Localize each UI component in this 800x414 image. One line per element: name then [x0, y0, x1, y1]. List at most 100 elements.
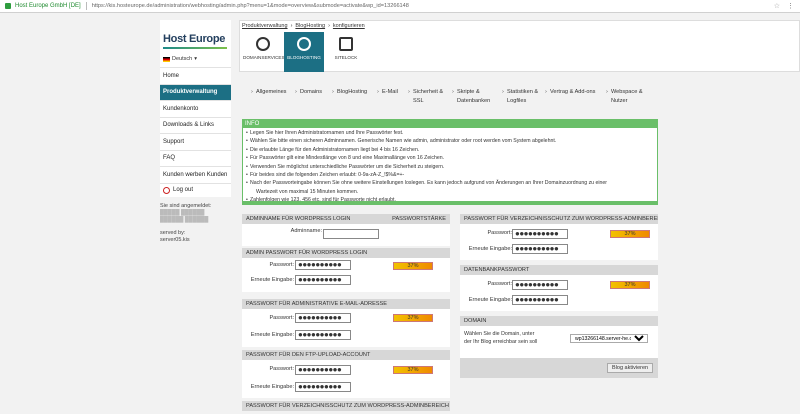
nav-home[interactable]: Home: [160, 67, 231, 84]
info-title: INFO: [243, 120, 657, 128]
dir-password-repeat[interactable]: ●●●●●●●●●●: [512, 244, 568, 254]
action-bar: Blog aktivieren: [460, 358, 658, 378]
redacted-user: ██████ ██████: [160, 217, 209, 223]
password-label: Passwort:: [269, 315, 294, 321]
german-flag-icon: [163, 56, 170, 62]
url-text[interactable]: https://kis.hosteurope.de/administration…: [92, 3, 409, 9]
server-name: server05.kis: [160, 237, 190, 243]
tab-vertrag-addons[interactable]: Vertrag & Add-ons: [545, 88, 595, 97]
info-item: Für beides sind die folgenden Zeichen er…: [246, 171, 654, 180]
domain-section: DOMAIN Wählen Sie die Domain, unter der …: [460, 316, 658, 378]
admin-password-input[interactable]: ●●●●●●●●●●: [295, 260, 351, 270]
info-footer-bar: [243, 201, 657, 204]
logout-icon: [163, 186, 170, 194]
breadcrumb-bloghosting[interactable]: BlogHosting: [295, 23, 325, 29]
domain-label: der Ihr Blog erreichbar sein soll: [464, 339, 538, 345]
info-item: Für Passwörter gilt eine Mindestlänge vo…: [246, 154, 654, 163]
tab-sicherheit-ssl[interactable]: Sicherheit & SSL: [408, 88, 445, 106]
repeat-label: Erneute Eingabe:: [250, 384, 294, 390]
db-password-input[interactable]: ●●●●●●●●●●: [512, 280, 568, 290]
activate-blog-button[interactable]: Blog aktivieren: [607, 363, 654, 373]
host-europe-logo[interactable]: Host Europe: [163, 33, 225, 45]
ftp-pw-header: PASSWORT FÜR DEN FTP-UPLOAD-ACCOUNT: [242, 350, 450, 360]
logo-panel: Host Europe Deutsch ▾: [160, 20, 231, 72]
bookmark-star-icon[interactable]: ☆: [774, 2, 780, 10]
db-pw-section: DATENBANKPASSWORT Passwort: ●●●●●●●●●● 3…: [460, 265, 658, 311]
chevron-down-icon: ▾: [194, 56, 197, 62]
ftp-pw-section: PASSWORT FÜR DEN FTP-UPLOAD-ACCOUNT Pass…: [242, 350, 450, 398]
tab-email[interactable]: E-Mail: [377, 88, 398, 97]
tab-bloghosting[interactable]: BLOGHOSTING: [284, 32, 324, 72]
info-item: Legen Sie hier Ihren Administratornamen …: [246, 129, 654, 138]
browser-address-bar[interactable]: Host Europe GmbH [DE] https://kis.hosteu…: [0, 0, 800, 13]
nav-support[interactable]: Support: [160, 133, 231, 150]
ftp-password-repeat[interactable]: ●●●●●●●●●●: [295, 382, 351, 392]
tab-domainservices[interactable]: DOMAINSERVICES: [243, 32, 285, 72]
sidebar-nav: Home Produktverwaltung Kundenkonto Downl…: [160, 67, 231, 197]
dir-pw-header: PASSWORT FÜR VERZEICHNISSCHUTZ ZUM WORDP…: [460, 214, 658, 224]
password-label: Passwort:: [269, 366, 294, 372]
adminname-input[interactable]: [323, 229, 379, 239]
served-by-label: served by:: [160, 230, 186, 236]
logout-label: Log out: [173, 187, 194, 193]
repeat-label: Erneute Eingabe:: [468, 297, 512, 303]
strength-meter: 37%: [393, 366, 433, 374]
info-item: Verwenden Sie möglichst unterschiedliche…: [246, 163, 654, 172]
redacted-user: █████ ██████: [160, 210, 205, 216]
breadcrumb-produktverwaltung[interactable]: Produktverwaltung: [242, 23, 288, 29]
password-label: Passwort:: [487, 230, 512, 236]
tab-webspace-nutzer[interactable]: Webspace & Nutzer: [606, 88, 649, 106]
tab-skripte-datenbanken[interactable]: Skripte & Datenbanken: [452, 88, 499, 106]
product-panel: Produktverwaltung › BlogHosting › konfigur…: [239, 20, 800, 72]
info-list: Legen Sie hier Ihren Administratornamen …: [243, 128, 657, 206]
tab-label: BLOGHOSTING: [287, 55, 321, 60]
tab-bloghosting-sub[interactable]: BlogHosting: [332, 88, 367, 97]
password-label: Passwort:: [269, 262, 294, 268]
language-selector[interactable]: Deutsch ▾: [163, 56, 197, 62]
language-label: Deutsch: [172, 56, 193, 62]
info-box: INFO Legen Sie hier Ihren Administratorn…: [242, 119, 658, 205]
lock-icon: [5, 3, 11, 9]
tab-allgemeines[interactable]: Allgemeines: [251, 88, 287, 97]
tab-statistiken-logfiles[interactable]: Statistiken & Logfiles: [502, 88, 543, 106]
breadcrumb-konfigurieren[interactable]: konfigurieren: [333, 23, 365, 29]
adminname-label: Adminname:: [290, 228, 322, 234]
email-password-repeat[interactable]: ●●●●●●●●●●: [295, 330, 351, 340]
repeat-label: Erneute Eingabe:: [250, 277, 294, 283]
logged-in-label: Sie sind angemeldet:: [160, 203, 212, 209]
dir-password-input[interactable]: ●●●●●●●●●●: [512, 229, 568, 239]
nav-faq[interactable]: FAQ: [160, 149, 231, 166]
tab-sitelock[interactable]: SITELOCK: [326, 32, 366, 72]
domain-label: Wählen Sie die Domain, unter: [464, 331, 535, 337]
nav-produktverwaltung[interactable]: Produktverwaltung: [160, 83, 231, 100]
nav-logout[interactable]: Log out: [160, 182, 231, 197]
adminname-section: ADMINNAME FÜR WORDPRESS LOGIN PASSWORTST…: [242, 214, 450, 246]
tab-domains[interactable]: Domains: [295, 88, 322, 97]
nav-kundenkonto[interactable]: Kundenkonto: [160, 100, 231, 117]
tab-label: DOMAINSERVICES: [243, 55, 285, 60]
email-password-input[interactable]: ●●●●●●●●●●: [295, 313, 351, 323]
browser-menu-icon[interactable]: ⋮: [787, 2, 794, 10]
domain-header: DOMAIN: [460, 316, 658, 326]
globe-icon: [256, 37, 270, 51]
repeat-label: Erneute Eingabe:: [250, 332, 294, 338]
info-item: Nach der Passworteingabe können Sie ohne…: [246, 179, 654, 188]
dir-pw-section-bottom: PASSWORT FÜR VERZEICHNISSCHUTZ ZUM WORDP…: [242, 401, 450, 411]
strength-meter: 37%: [610, 230, 650, 238]
domain-select[interactable]: wp13266148.server-he.de: [570, 334, 648, 343]
admin-pw-header: ADMIN PASSWORT FÜR WORDPRESS LOGIN: [242, 248, 450, 258]
logo-underline: [163, 47, 227, 49]
db-password-repeat[interactable]: ●●●●●●●●●●: [512, 295, 568, 305]
admin-password-repeat[interactable]: ●●●●●●●●●●: [295, 275, 351, 285]
wordpress-icon: [297, 37, 311, 51]
nav-downloads-links[interactable]: Downloads & Links: [160, 116, 231, 133]
email-pw-header: PASSWORT FÜR ADMINISTRATIVE E-MAIL-ADRES…: [242, 299, 450, 309]
ftp-password-input[interactable]: ●●●●●●●●●●: [295, 365, 351, 375]
info-item: Wartezeit von maximal 15 Minuten kommen.: [256, 188, 359, 195]
dir-pw-header-bottom: PASSWORT FÜR VERZEICHNISSCHUTZ ZUM WORDP…: [242, 401, 450, 411]
tab-label: SITELOCK: [334, 55, 358, 60]
nav-kunden-werben-kunden[interactable]: Kunden werben Kunden: [160, 166, 231, 183]
sitelock-icon: [339, 37, 353, 51]
dir-pw-section: PASSWORT FÜR VERZEICHNISSCHUTZ ZUM WORDP…: [460, 214, 658, 260]
site-identity[interactable]: Host Europe GmbH [DE]: [15, 3, 81, 9]
